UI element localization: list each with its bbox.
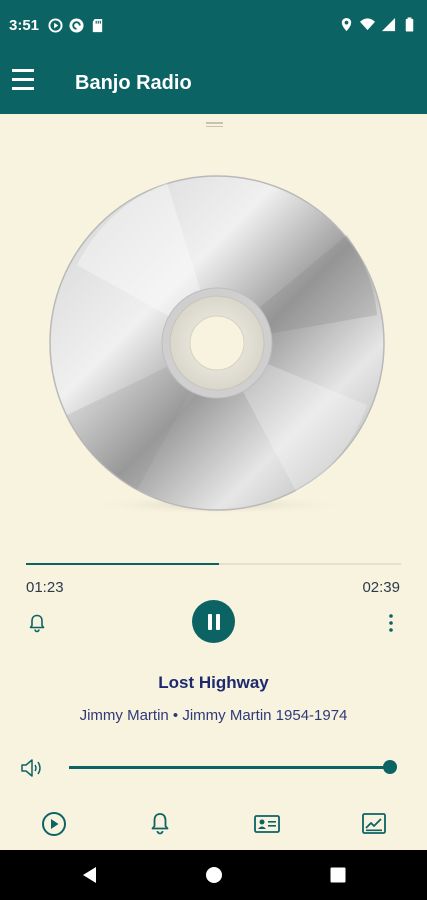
status-time: 3:51 xyxy=(9,17,40,34)
id-card-tab-icon[interactable] xyxy=(253,810,281,838)
app-bar: Banjo Radio xyxy=(0,52,427,114)
wifi-icon xyxy=(360,18,375,31)
play-circle-icon xyxy=(48,18,63,33)
sd-card-icon xyxy=(92,18,103,33)
alarm-bell-icon[interactable] xyxy=(27,613,47,633)
drag-handle[interactable] xyxy=(206,122,223,128)
app-title: Banjo Radio xyxy=(75,72,192,94)
pause-button[interactable] xyxy=(192,600,235,643)
more-vertical-icon[interactable] xyxy=(384,612,398,634)
home-icon[interactable] xyxy=(204,865,224,885)
progress-fill xyxy=(26,563,220,565)
bell-tab-icon[interactable] xyxy=(146,810,174,838)
hamburger-menu-icon[interactable] xyxy=(12,69,36,93)
pause-icon xyxy=(207,613,220,630)
pocket-casts-icon xyxy=(69,18,84,33)
elapsed-time: 01:23 xyxy=(26,579,64,596)
signal-icon xyxy=(381,17,396,32)
recents-icon[interactable] xyxy=(328,865,348,885)
back-icon[interactable] xyxy=(80,865,100,885)
cd-disc-icon xyxy=(49,175,385,515)
total-time: 02:39 xyxy=(362,579,400,596)
album-artwork xyxy=(47,175,387,520)
speaker-icon[interactable] xyxy=(20,756,46,780)
status-bar: 3:51 xyxy=(0,0,427,52)
bottom-tab-bar xyxy=(0,800,427,850)
location-icon xyxy=(341,17,352,32)
volume-thumb[interactable] xyxy=(383,760,397,774)
chart-tab-icon[interactable] xyxy=(360,810,388,838)
progress-bar[interactable] xyxy=(26,563,401,565)
battery-icon xyxy=(405,17,414,32)
play-circle-tab-icon[interactable] xyxy=(40,810,68,838)
system-nav-bar xyxy=(0,850,427,900)
song-title: Lost Highway xyxy=(158,673,269,692)
song-subtitle: Jimmy Martin • Jimmy Martin 1954-1974 xyxy=(79,707,348,724)
volume-slider[interactable] xyxy=(69,766,390,769)
